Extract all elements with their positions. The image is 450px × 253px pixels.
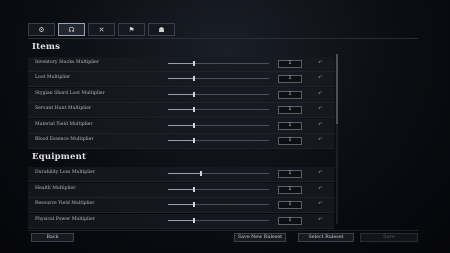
setting-label: Health Multiplier [35, 185, 76, 191]
reset-icon[interactable]: ↶ [318, 91, 322, 97]
select-ruleset-button[interactable]: Select Ruleset [298, 233, 354, 242]
slider-handle[interactable] [193, 138, 196, 143]
setting-value-input[interactable]: 1 [278, 185, 302, 194]
slider-fill [168, 109, 195, 111]
reset-icon[interactable]: ↶ [318, 60, 322, 66]
reset-icon[interactable]: ↶ [318, 122, 322, 128]
slider-handle[interactable] [193, 122, 196, 128]
tab-combat[interactable]: ✕ [88, 23, 115, 36]
slider-fill [168, 124, 195, 126]
setting-value-input[interactable]: 1 [278, 75, 302, 84]
settings-tab-bar: ⚙ ☊ ✕ ⚑ ☗ [28, 23, 175, 38]
castle-icon: ⚑ [128, 25, 135, 34]
slider-fill [168, 63, 195, 64]
save-button[interactable]: Save [360, 233, 418, 242]
slider-handle[interactable] [193, 186, 196, 192]
setting-row: Blood Essence Multiplier 1 ↶ [28, 134, 334, 149]
setting-slider[interactable] [168, 138, 269, 143]
servant-icon: ☗ [158, 25, 165, 34]
setting-label: Durability Loss Multiplier [35, 170, 96, 176]
reset-icon[interactable]: ↶ [318, 217, 322, 223]
setting-slider[interactable] [168, 91, 269, 97]
scrollbar-thumb[interactable] [336, 54, 338, 124]
slider-fill [168, 219, 195, 221]
setting-value-input[interactable]: 1 [278, 121, 302, 130]
reset-icon[interactable]: ↶ [318, 186, 322, 192]
setting-label: Blood Essence Multiplier [35, 137, 94, 142]
slider-handle[interactable] [193, 217, 196, 223]
setting-row: Material Yield Multiplier 1 ↶ [28, 118, 334, 134]
section-title-items: Items [32, 42, 61, 52]
setting-value-input[interactable]: 1 [278, 201, 302, 210]
reset-icon[interactable]: ↶ [318, 137, 322, 143]
slider-handle[interactable] [193, 76, 196, 82]
tab-character[interactable]: ☊ [58, 23, 85, 36]
setting-slider[interactable] [168, 122, 269, 128]
setting-row: Loot Multiplier 1 ↶ [28, 72, 334, 88]
slider-fill [168, 78, 195, 80]
slider-fill [168, 140, 195, 141]
tab-castle[interactable]: ⚑ [118, 23, 145, 36]
setting-value-input[interactable]: 1 [278, 137, 302, 145]
setting-label: Loot Multiplier [35, 75, 71, 81]
reset-icon[interactable]: ↶ [318, 201, 322, 207]
setting-slider[interactable] [168, 217, 269, 223]
setting-slider[interactable] [168, 76, 269, 82]
slider-fill [168, 173, 202, 175]
setting-slider[interactable] [168, 171, 269, 177]
setting-label: Physical Power Multiplier [35, 216, 95, 222]
setting-row: Health Multiplier 1 ↶ [28, 182, 334, 198]
setting-row: Servant Hunt Multiplier 1 ↶ [28, 103, 334, 119]
tab-servants[interactable]: ☗ [148, 23, 175, 36]
setting-slider[interactable] [168, 202, 269, 208]
save-new-ruleset-button[interactable]: Save New Ruleset [234, 233, 286, 242]
reset-icon[interactable]: ↶ [318, 75, 322, 81]
back-button[interactable]: Back [31, 233, 74, 242]
slider-fill [168, 93, 195, 95]
character-icon: ☊ [68, 25, 75, 34]
footer-divider [28, 230, 418, 231]
tab-divider [28, 38, 418, 39]
slider-fill [168, 204, 195, 206]
setting-label: Material Yield Multiplier [35, 121, 93, 127]
setting-label: Stygian Shard Loot Multiplier [35, 90, 105, 96]
setting-value-input[interactable]: 1 [278, 90, 302, 99]
reset-icon[interactable]: ↶ [318, 106, 322, 112]
setting-row: Durability Loss Multiplier 1 ↶ [28, 167, 334, 183]
setting-label: Servant Hunt Multiplier [35, 106, 92, 112]
setting-value-input[interactable]: 1 [278, 60, 302, 68]
reset-icon[interactable]: ↶ [318, 170, 322, 176]
slider-handle[interactable] [193, 107, 196, 113]
slider-handle[interactable] [193, 61, 196, 66]
crossed-swords-icon: ✕ [98, 25, 105, 34]
setting-row: Stygian Shard Loot Multiplier 1 ↶ [28, 87, 334, 103]
settings-list: Items Inventory Stacks Multiplier 1 ↶ Loot M… [28, 40, 342, 230]
slider-handle[interactable] [193, 202, 196, 208]
slider-handle[interactable] [193, 91, 196, 97]
setting-row: Resource Yield Multiplier 1 ↶ [28, 198, 334, 214]
setting-slider[interactable] [168, 186, 269, 192]
setting-row: Inventory Stacks Multiplier 1 ↶ [28, 57, 334, 72]
setting-label: Resource Yield Multiplier [35, 201, 95, 207]
setting-value-input[interactable]: 1 [278, 170, 302, 179]
slider-fill [168, 188, 195, 190]
slider-handle[interactable] [200, 171, 203, 177]
setting-row: Physical Power Multiplier 1 ↶ [28, 213, 334, 229]
setting-value-input[interactable]: 1 [278, 216, 302, 225]
setting-label: Inventory Stacks Multiplier [35, 60, 100, 65]
setting-slider[interactable] [168, 107, 269, 113]
setting-value-input[interactable]: 1 [278, 106, 302, 115]
setting-slider[interactable] [168, 61, 269, 66]
section-title-equipment: Equipment [32, 152, 87, 163]
gear-icon: ⚙ [38, 25, 45, 34]
tab-general[interactable]: ⚙ [28, 23, 55, 36]
